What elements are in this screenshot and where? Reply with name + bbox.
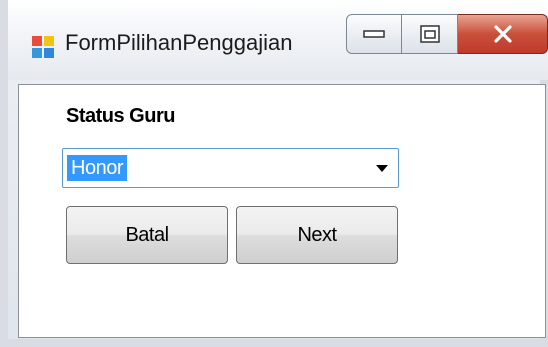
form-client-area: Status Guru Honor Batal Next — [18, 84, 546, 338]
maximize-button[interactable] — [402, 14, 458, 54]
minimize-button[interactable] — [346, 14, 402, 54]
maximize-icon — [419, 25, 440, 43]
caption-buttons — [346, 14, 548, 58]
status-guru-selected-value: Honor — [67, 155, 127, 181]
status-guru-label: Status Guru — [66, 105, 175, 127]
form-app-icon — [32, 36, 54, 58]
title-bar[interactable]: FormPilihanPenggajian — [8, 0, 548, 80]
close-button[interactable] — [458, 14, 548, 54]
chevron-down-icon[interactable] — [376, 165, 388, 172]
form-window: FormPilihanPenggajian Status Guru Honor … — [0, 0, 548, 347]
window-title: FormPilihanPenggajian — [65, 30, 293, 55]
close-icon — [493, 25, 512, 43]
status-guru-select[interactable]: Honor — [62, 148, 399, 188]
next-button[interactable]: Next — [236, 206, 398, 264]
batal-button[interactable]: Batal — [66, 206, 228, 264]
minimize-icon — [363, 30, 385, 38]
